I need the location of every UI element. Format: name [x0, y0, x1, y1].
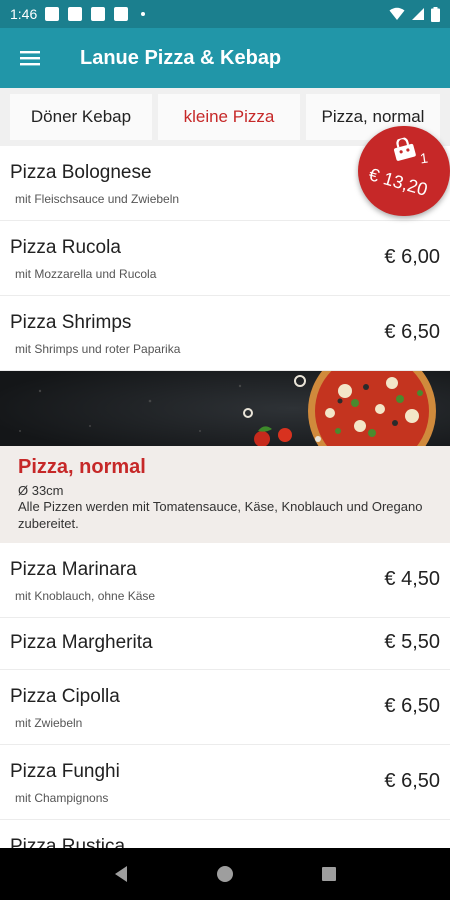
menu-item-pizza-rustica[interactable]: Pizza Rustica	[0, 820, 450, 848]
pizza-banner-image	[0, 371, 450, 446]
item-description: mit Mozzarella und Rucola	[15, 267, 157, 281]
cart-button[interactable]: 1 € 13,20	[358, 126, 450, 216]
notification-icon	[91, 7, 106, 21]
back-icon[interactable]	[113, 865, 129, 883]
status-bar: 1:46	[0, 0, 450, 28]
item-price: € 6,50	[384, 321, 440, 343]
shopping-bag-icon	[394, 137, 416, 161]
item-description: mit Shrimps und roter Paparika	[15, 342, 181, 356]
item-name: Pizza Rustica	[10, 836, 126, 848]
system-navigation-bar	[0, 848, 450, 900]
status-time: 1:46	[10, 6, 38, 22]
item-name: Pizza Rucola	[10, 237, 121, 258]
menu-item-pizza-margherita[interactable]: Pizza Margherita € 5,50	[0, 618, 450, 670]
item-name: Pizza Margherita	[10, 632, 153, 653]
app-bar: Lanue Pizza & Kebap	[0, 28, 450, 88]
section-size: Ø 33cm	[18, 483, 64, 498]
more-notifications-icon	[141, 12, 146, 16]
notification-icon	[114, 7, 129, 21]
item-name: Pizza Marinara	[10, 559, 137, 580]
recents-icon[interactable]	[321, 866, 337, 882]
tab-doener-kebap[interactable]: Döner Kebap	[10, 94, 152, 140]
notification-icon	[45, 7, 60, 21]
section-note: Alle Pizzen werden mit Tomatensauce, Käs…	[18, 499, 423, 531]
item-name: Pizza Bolognese	[10, 162, 152, 183]
hamburger-menu-icon	[20, 51, 40, 66]
item-description: mit Zwiebeln	[15, 716, 83, 730]
menu-item-pizza-cipolla[interactable]: Pizza Cipolla mit Zwiebeln € 6,50	[0, 670, 450, 745]
item-price: € 4,50	[384, 568, 440, 590]
menu-item-pizza-rucola[interactable]: Pizza Rucola mit Mozzarella und Rucola €…	[0, 221, 450, 296]
item-name: Pizza Cipolla	[10, 686, 120, 707]
item-description: mit Knoblauch, ohne Käse	[15, 589, 156, 603]
signal-icon	[412, 8, 424, 20]
section-title: Pizza, normal	[18, 456, 146, 478]
item-price: € 6,50	[384, 695, 440, 717]
tab-kleine-pizza[interactable]: kleine Pizza	[157, 94, 300, 140]
menu-item-pizza-shrimps[interactable]: Pizza Shrimps mit Shrimps und roter Papa…	[0, 296, 450, 371]
item-name: Pizza Shrimps	[10, 312, 132, 333]
item-name: Pizza Funghi	[10, 761, 120, 782]
home-icon[interactable]	[216, 865, 234, 883]
item-price: € 5,50	[384, 631, 440, 653]
item-price: € 6,00	[384, 246, 440, 268]
item-price: € 6,50	[384, 770, 440, 792]
wifi-icon	[389, 7, 405, 20]
menu-button[interactable]	[0, 28, 60, 88]
cart-total: € 13,20	[366, 164, 430, 200]
notification-icon	[68, 7, 83, 21]
item-description: mit Fleischsauce und Zwiebeln	[15, 192, 180, 206]
section-header-pizza-normal: Pizza, normal Ø 33cm Alle Pizzen werden …	[0, 446, 450, 543]
app-title: Lanue Pizza & Kebap	[80, 46, 282, 69]
menu-item-pizza-funghi[interactable]: Pizza Funghi mit Champignons € 6,50	[0, 745, 450, 820]
item-description: mit Champignons	[15, 791, 109, 805]
battery-icon	[431, 6, 440, 22]
menu-item-pizza-marinara[interactable]: Pizza Marinara mit Knoblauch, ohne Käse …	[0, 543, 450, 618]
cart-count: 1	[418, 149, 429, 167]
